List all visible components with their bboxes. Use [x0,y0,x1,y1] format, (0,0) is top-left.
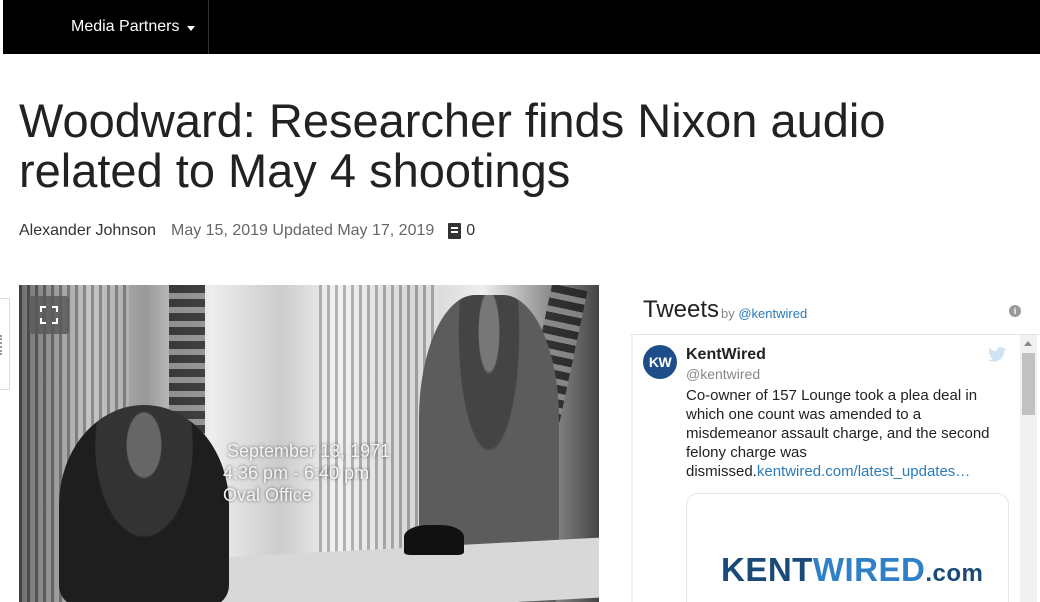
tweet-text: Co-owner of 157 Lounge took a plea deal … [686,386,1001,481]
expand-photo-button[interactable] [29,296,69,334]
expand-icon [40,306,58,324]
comment-icon [448,223,462,239]
tweet-author-handle[interactable]: @kentwired [686,366,760,382]
caret-down-icon [186,25,195,31]
tweet-author-name[interactable]: KentWired [686,346,766,364]
article-photo[interactable]: September 13, 1971 4:36 pm - 6:40 pm Ova… [19,285,599,602]
timeline-title: Tweets [643,296,720,323]
article-dates: May 15, 2019 Updated May 17, 2019 [170,222,435,239]
twitter-bird-icon[interactable] [988,347,1006,362]
info-icon[interactable]: i [1009,305,1021,317]
comments-link[interactable]: 0 [448,222,475,240]
avatar[interactable]: KW [643,345,677,379]
tweet[interactable]: KW KentWired @kentwired Co-owner of 157 … [631,335,1019,602]
media-partners-menu[interactable]: Media Partners [3,0,209,54]
tweet-card[interactable]: KENTWIRED.com [686,493,1009,602]
timeline-by: by @kentwired [721,306,807,321]
by-prefix: by [721,306,735,321]
article-byline: Alexander Johnson May 15, 2019 Updated M… [19,220,475,242]
photo-caption: September 13, 1971 4:36 pm - 6:40 pm Ova… [223,440,390,506]
telephone [404,525,464,555]
side-share-panel[interactable] [0,298,10,390]
top-navigation-bar: Media Partners [3,0,1040,54]
scroll-up-icon[interactable] [1024,341,1032,346]
timeline-scrollbar[interactable] [1020,335,1037,602]
caption-date: September 13, 1971 [227,441,391,461]
scroll-thumb[interactable] [1022,353,1035,415]
tweet-link[interactable]: kentwired.com/latest_updates… [757,463,970,480]
more-dots-icon [0,335,3,355]
author-link[interactable]: Alexander Johnson [19,222,156,240]
twitter-timeline-widget: Tweets by @kentwired i KW KentWired @ken… [631,295,1040,602]
article-headline: Woodward: Researcher finds Nixon audio r… [19,94,886,197]
caption-time: 4:36 pm - 6:40 pm [223,463,370,483]
media-partners-label: Media Partners [71,18,180,35]
caption-location: Oval Office [223,485,312,505]
timeline-header: Tweets by @kentwired i [631,295,1040,335]
seated-figure [59,405,229,602]
timeline-handle-link[interactable]: @kentwired [738,306,807,321]
comment-count: 0 [466,222,476,239]
kentwired-logo: KENTWIRED.com [721,551,984,588]
